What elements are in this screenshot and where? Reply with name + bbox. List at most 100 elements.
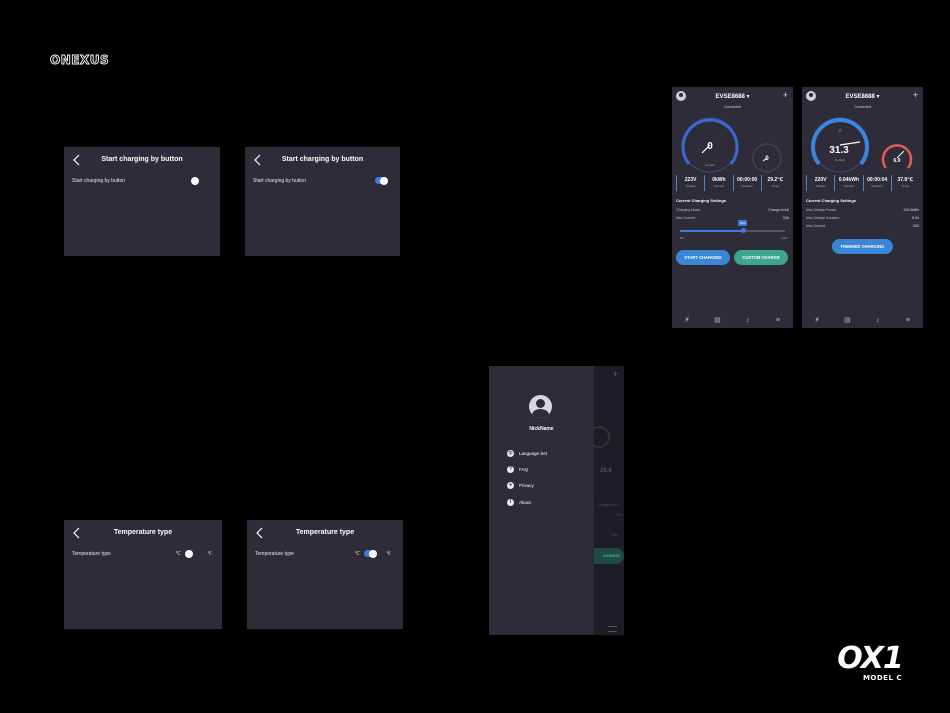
add-device-icon[interactable]: + <box>913 90 918 100</box>
lightning-icon[interactable]: ⚡ <box>683 317 691 325</box>
menu-item-label: Privacy <box>519 483 534 488</box>
current-slider[interactable]: 32A <box>680 220 785 233</box>
charging-button-panel-on: Start charging by button Start charging … <box>245 147 400 256</box>
stat-label: Voltage <box>685 184 696 188</box>
setting-row: Start charging by button <box>72 176 208 188</box>
charging-button-toggle[interactable] <box>191 176 204 185</box>
side-drawer: NickName ◍ Language Set ? FAQ ● Privacy … <box>489 366 594 635</box>
nickname: NickName <box>529 426 554 432</box>
menu-icon[interactable]: ≡ <box>904 317 912 325</box>
chat-icon: ? <box>507 466 514 473</box>
setting-value: Charge to full <box>768 208 789 212</box>
background-current: 32A <box>615 513 622 517</box>
small-gauge-value: 6.9 <box>894 158 901 164</box>
stat-temp: 37.8℃ Temp <box>890 175 919 191</box>
device-selector[interactable]: EVSE8688 ▾ <box>672 93 793 100</box>
onexus-logo: ONEXUS <box>50 53 109 66</box>
setting-label: Charging Mode <box>676 208 700 212</box>
panel-header: Temperature type <box>64 522 222 546</box>
lightning-icon: ⚡ <box>838 127 843 135</box>
menu-icon[interactable]: ≡ <box>774 317 782 325</box>
stat-label: Duration <box>741 184 753 188</box>
toggle-knob <box>369 549 377 558</box>
model-name: OX1 <box>837 641 903 676</box>
toggle-knob <box>185 549 193 558</box>
evse-charging-screen: EVSE8688 ▾ + Connected ⚡ 31.3 Current 6.… <box>802 87 923 328</box>
setting-max-duration: Max Charge Duration 8.0h <box>806 216 919 220</box>
connection-status: Connected <box>724 105 741 109</box>
menu-item-label: About <box>519 500 531 505</box>
gauges: ⚡ 31.3 Current 6.9 <box>811 117 913 173</box>
small-gauge-arc <box>881 144 913 169</box>
toggle-knob <box>380 176 388 185</box>
shield-icon: ● <box>507 482 514 489</box>
gauges: 0 Current 0 <box>681 117 782 173</box>
slider-thumb[interactable] <box>740 228 746 233</box>
stat-temp: 29.2℃ Temp <box>760 175 789 191</box>
temperature-toggle[interactable] <box>185 549 198 558</box>
tab-bar: ⚡ ▤ ♪ ≡ <box>802 314 923 328</box>
stat-value: 0.04kWh <box>838 177 860 183</box>
menu-item-label: FAQ <box>519 467 529 472</box>
toggle-knob <box>191 176 199 185</box>
setting-row: Temperature type ℃ ℉ <box>255 549 391 561</box>
avatar-body <box>532 409 549 418</box>
records-icon[interactable]: ▤ <box>713 317 721 325</box>
small-gauge-value: 0 <box>765 156 769 162</box>
background-screen[interactable]: + 29.6 Charge to full 32A 32A CHARGE <box>584 366 624 635</box>
add-device-icon[interactable]: + <box>783 90 788 100</box>
setting-row: Temperature type ℃ ℉ <box>72 549 212 561</box>
charging-button-panel-off: Start charging by button Start charging … <box>64 147 220 256</box>
panel-header: Start charging by button <box>245 149 400 173</box>
setting-value: 100.0kWh <box>903 208 919 212</box>
slider-max-label: 32A <box>781 236 787 240</box>
page-title: Temperature type <box>113 529 173 536</box>
setting-label: Max Current <box>806 224 826 228</box>
avatar-head <box>536 399 545 408</box>
tab-bar: ⚡ ▤ ♪ ≡ <box>672 314 793 328</box>
setting-row: Start charging by button <box>253 176 388 188</box>
slider-fill <box>680 230 743 232</box>
connection-status: Connected <box>854 105 871 109</box>
temperature-panel-celsius: Temperature type Temperature type ℃ ℉ <box>64 520 222 629</box>
profile-avatar[interactable] <box>529 395 552 418</box>
finished-charging-button[interactable]: FINISHED CHARGING <box>832 239 893 254</box>
stat-value: 223V <box>684 177 697 183</box>
custom-charge-button[interactable]: CUSTOM CHARGE <box>734 250 788 265</box>
main-gauge-label: Current <box>705 163 715 167</box>
device-selector[interactable]: EVSE8688 ▾ <box>802 93 923 100</box>
setting-label: Start charging by button <box>72 178 126 184</box>
panel-header: Temperature type <box>247 522 403 546</box>
settings-title: Current Charging Settings <box>676 198 727 203</box>
stats-row: 220V Voltage 0.04kWh Amount 00:00:04 Durati… <box>806 175 919 191</box>
bell-icon[interactable]: ♪ <box>874 317 882 325</box>
background-value: 29.6 <box>600 468 612 474</box>
setting-label: Max Current <box>676 216 696 220</box>
temperature-panel-fahrenheit: Temperature type Temperature type ℃ ℉ <box>247 520 403 629</box>
lightning-icon[interactable]: ⚡ <box>813 317 821 325</box>
page-title: Temperature type <box>295 529 355 536</box>
page-title: Start charging by button <box>281 156 364 163</box>
setting-label: Temperature type <box>255 551 294 557</box>
stats-row: 223V Voltage 0kWh Amount 00:00:00 Duration … <box>676 175 789 191</box>
main-gauge-value: 0 <box>707 141 713 152</box>
stat-amount: 0.04kWh Amount <box>834 175 862 191</box>
stat-amount: 0kWh Amount <box>704 175 732 191</box>
setting-label: Temperature type <box>72 551 111 557</box>
stat-value: 37.8℃ <box>897 177 914 183</box>
bell-icon[interactable]: ♪ <box>744 317 752 325</box>
stat-label: Duration <box>871 184 883 188</box>
setting-max-current: Max Current 32A <box>676 216 789 220</box>
setting-value: 32A <box>912 224 919 228</box>
start-charging-button[interactable]: START CHARGING <box>676 250 730 265</box>
slider-min-label: 6A <box>680 236 684 240</box>
stat-label: Voltage <box>815 184 826 188</box>
temperature-toggle[interactable] <box>364 549 377 558</box>
records-icon[interactable]: ▤ <box>843 317 851 325</box>
charging-button-toggle[interactable] <box>375 176 388 185</box>
setting-max-power: Max Charge Power 100.0kWh <box>806 208 919 212</box>
celsius-label: ℃ <box>354 551 360 557</box>
slider-tooltip: 32A <box>738 220 748 226</box>
setting-value: 8.0h <box>912 216 919 220</box>
stat-value: 00:00:00 <box>737 177 758 183</box>
